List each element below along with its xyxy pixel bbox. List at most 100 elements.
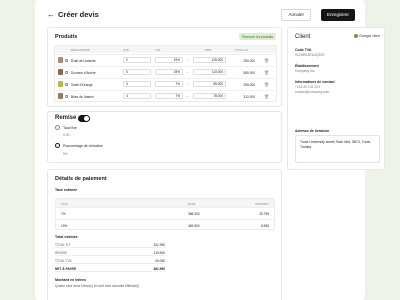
- chevron-down-icon[interactable]: ⌄: [186, 70, 189, 74]
- col-base: BASE: [188, 201, 196, 206]
- total-tva-label: TOTAL TVA: [55, 258, 72, 263]
- table-row: Soleil d'Orange 3 7% ⌄ 85.000 255.000 🗑: [55, 78, 276, 89]
- tva-select[interactable]: 7%: [155, 81, 183, 87]
- tva-select[interactable]: 19%: [155, 69, 183, 75]
- fixed-rate-radio[interactable]: [55, 125, 60, 130]
- client-card: Client Changer client Code TVA 0123591BT…: [287, 27, 385, 170]
- change-client-label: Changer client: [358, 34, 380, 38]
- products-table-header: DÉSIGNATION QTÉ TVA PRIX TOTAL HT: [55, 46, 276, 53]
- products-table: DÉSIGNATION QTÉ TVA PRIX TOTAL HT Éclat …: [54, 45, 277, 102]
- row-total: 250.000: [243, 58, 255, 63]
- qty-input[interactable]: 5: [123, 69, 151, 75]
- payment-title: Détails de paiement: [55, 176, 107, 182]
- table-row: Éclat de Lavande 2 19% ⌄ 125.000 250.000…: [55, 54, 276, 65]
- percent-radio[interactable]: [55, 143, 60, 148]
- tax-label: Taxe estimée: [55, 188, 78, 192]
- product-name: Douceur d'Ambre: [71, 70, 96, 75]
- row-checkbox[interactable]: [65, 58, 68, 62]
- price-input[interactable]: 110.000: [193, 69, 226, 75]
- total-ht-value: 331.950: [153, 242, 165, 247]
- trash-icon[interactable]: 🗑: [264, 94, 269, 99]
- address-label: Adresse de livraison: [295, 129, 330, 133]
- product-thumbnail: [58, 57, 63, 63]
- amount-words-label: Montant en lettres: [55, 278, 86, 282]
- trash-icon[interactable]: 🗑: [264, 82, 269, 87]
- chevron-down-icon[interactable]: ⌄: [186, 94, 189, 98]
- row-total: 312.000: [243, 94, 255, 99]
- discount-toggle[interactable]: [78, 115, 90, 122]
- tax-table: TAUX BASE MONTANT 7% 368.500 25.795 19% …: [55, 198, 275, 230]
- tva-select[interactable]: 19%: [155, 57, 183, 63]
- page-frame: ← Créer devis Annuler Enregistrer Produi…: [35, 0, 385, 300]
- change-client-button[interactable]: Changer client: [353, 34, 380, 38]
- product-thumbnail: [58, 93, 63, 99]
- table-row: 19% 469.500 8.555: [56, 219, 274, 231]
- col-qty: QTÉ: [123, 48, 129, 52]
- chevron-down-icon[interactable]: ⌄: [186, 58, 189, 62]
- save-button[interactable]: Enregistrer: [320, 9, 355, 21]
- tva-select[interactable]: 7%: [155, 93, 183, 99]
- total-tva-value: 40.050: [155, 258, 165, 263]
- total-ht-row: TOTAL H.T 331.950: [55, 241, 165, 248]
- total-ht-label: TOTAL H.T: [55, 242, 71, 247]
- total-label: Total estimée: [55, 235, 78, 239]
- contact-email: contact@company.com: [295, 90, 330, 94]
- chevron-down-icon[interactable]: ⌄: [186, 82, 189, 86]
- discount-value: 119.690: [153, 250, 165, 255]
- row-checkbox[interactable]: [65, 94, 68, 98]
- col-total: TOTAL HT: [235, 48, 249, 52]
- percent-value[interactable]: 5%: [63, 152, 68, 156]
- address-textarea[interactable]: Tunis University street, Bab Jdid, 5874,…: [295, 135, 380, 163]
- company-value: Company Inc.: [295, 69, 316, 73]
- price-input[interactable]: 85.000: [193, 81, 226, 87]
- total-tva-row: TOTAL TVA 40.050: [55, 257, 165, 264]
- col-tva: TVA: [155, 48, 161, 52]
- row-total: 550.000: [243, 70, 255, 75]
- col-designation: DÉSIGNATION: [71, 48, 91, 52]
- price-input[interactable]: 125.000: [193, 57, 226, 63]
- cancel-button[interactable]: Annuler: [281, 9, 311, 21]
- price-input[interactable]: 78.000: [193, 93, 226, 99]
- tax-rate: 19%: [61, 224, 68, 228]
- tax-base: 469.500: [188, 224, 200, 228]
- tax-amount: 8.555: [261, 224, 269, 228]
- contact-label: Informations de contact: [295, 80, 335, 84]
- fixed-rate-label: Taux fixe: [63, 125, 77, 130]
- product-name: Éclat de Lavande: [71, 58, 96, 63]
- percent-label: Pourcentage de réduction: [63, 143, 104, 148]
- payment-card: Détails de paiement Taxe estimée TAUX BA…: [47, 169, 282, 300]
- qty-input[interactable]: 2: [123, 57, 151, 63]
- product-name: Soleil d'Orange: [71, 82, 93, 87]
- tax-rate: 7%: [61, 212, 66, 216]
- table-row: Brise de Jasmin 4 7% ⌄ 78.000 312.000 🗑: [55, 90, 276, 101]
- trash-icon[interactable]: 🗑: [264, 58, 269, 63]
- tax-table-header: TAUX BASE MONTANT: [56, 199, 274, 207]
- product-thumbnail: [58, 69, 63, 75]
- col-rate: TAUX: [61, 201, 69, 206]
- product-name: Brise de Jasmin: [71, 94, 94, 99]
- products-card: Produits Parcourir les produits DÉSIGNAT…: [47, 27, 282, 107]
- discount-row: REMISE 119.690: [55, 249, 165, 256]
- amount-words-value: Quatre cent deux Dinar(s) et neuf cent s…: [55, 284, 140, 288]
- qty-input[interactable]: 3: [123, 81, 151, 87]
- qty-input[interactable]: 4: [123, 93, 151, 99]
- tva-code-label: Code TVA: [295, 48, 312, 52]
- row-checkbox[interactable]: [65, 70, 68, 74]
- client-title: Client: [295, 34, 311, 40]
- back-arrow-icon[interactable]: ←: [47, 10, 55, 19]
- tva-code-value: 0123591BTA4QZ2E: [295, 53, 325, 57]
- products-title: Produits: [55, 34, 78, 40]
- row-checkbox[interactable]: [65, 82, 68, 86]
- page-header: ← Créer devis Annuler Enregistrer: [47, 9, 355, 21]
- net-to-pay-row: NET À PAYER 461.960: [55, 265, 165, 272]
- net-to-pay-label: NET À PAYER: [55, 266, 76, 271]
- col-amount: MONTANT: [255, 201, 269, 206]
- fixed-rate-value[interactable]: 0.00: [63, 133, 69, 137]
- browse-products-button[interactable]: Parcourir les produits: [238, 33, 276, 40]
- product-thumbnail: [58, 81, 63, 87]
- trash-icon[interactable]: 🗑: [264, 70, 269, 75]
- tax-base: 368.500: [188, 212, 200, 216]
- discount-card: Remise Taux fixe 0.00 Pourcentage de réd…: [47, 111, 282, 163]
- discount-label: REMISE: [55, 250, 68, 255]
- net-to-pay-value: 461.960: [153, 266, 165, 271]
